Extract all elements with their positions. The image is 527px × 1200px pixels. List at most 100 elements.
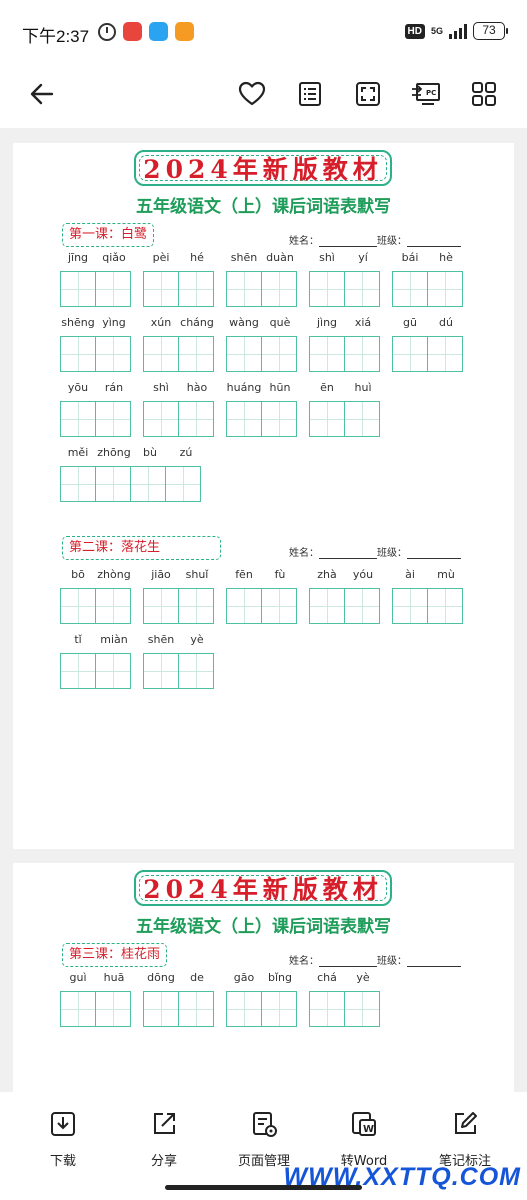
name-class-line: 姓名： 班级： <box>289 232 461 247</box>
writing-cell <box>95 991 131 1027</box>
pinyin-label: yōu <box>67 381 89 394</box>
pinyin-label: bō <box>71 568 85 581</box>
banner-text: 2024年新版教材 <box>143 875 383 904</box>
pinyin-label: zhōng <box>97 446 131 459</box>
word-box: xún cháng <box>143 316 215 372</box>
lesson-title: 第三课：桂花雨 <box>62 943 168 967</box>
pinyin-label: bái <box>401 251 419 264</box>
hd-badge: HD <box>404 23 425 39</box>
pinyin-label: shì <box>153 381 169 394</box>
app-notification-icon <box>123 22 142 41</box>
word-box: yōu rán <box>60 381 132 437</box>
writing-cell <box>309 271 345 307</box>
writing-cell <box>261 991 297 1027</box>
fullscreen-button[interactable] <box>348 74 388 114</box>
edition-banner: 2024年新版教材 <box>134 870 392 906</box>
word-box: gāo bǐng <box>226 971 298 1027</box>
writing-cell <box>344 271 380 307</box>
note-annotate-button[interactable]: 笔记标注 <box>434 1110 496 1169</box>
pinyin-label: yìng <box>102 316 126 329</box>
pinyin-label: rán <box>104 381 124 394</box>
pinyin-label: hūn <box>269 381 291 394</box>
word-box: dōng de <box>143 971 215 1027</box>
status-system-icons: HD 5G 73 <box>404 22 508 40</box>
word-box: měi zhōng bù zú <box>60 446 204 502</box>
fullscreen-icon <box>356 82 380 106</box>
heart-icon <box>238 81 266 106</box>
writing-cell <box>261 271 297 307</box>
word-box: pèi hé <box>143 251 215 307</box>
pinyin-label: gū <box>403 316 417 329</box>
pinyin-label: zhà <box>317 568 337 581</box>
more-apps-button[interactable] <box>464 74 504 114</box>
download-button[interactable]: 下载 <box>38 1110 88 1169</box>
edition-banner: 2024年新版教材 <box>134 150 392 186</box>
status-time: 下午2:37 <box>22 27 90 46</box>
writing-cell <box>95 588 131 624</box>
writing-cell <box>392 336 428 372</box>
pinyin-label: ēn <box>320 381 334 394</box>
catalog-button[interactable] <box>290 74 330 114</box>
page-manage-button[interactable]: 页面管理 <box>230 1110 298 1169</box>
page-manage-icon <box>253 1112 277 1137</box>
svg-text:PC: PC <box>426 89 436 97</box>
writing-cell <box>261 588 297 624</box>
pinyin-label: zú <box>179 446 193 459</box>
word-box: ēn huì <box>309 381 381 437</box>
favorite-button[interactable] <box>232 74 272 114</box>
writing-cell <box>60 336 96 372</box>
writing-cell <box>226 401 262 437</box>
writing-cell <box>309 588 345 624</box>
share-icon <box>154 1113 175 1134</box>
pinyin-label: hè <box>439 251 453 264</box>
pinyin-label: gāo <box>233 971 255 984</box>
writing-cell <box>344 336 380 372</box>
pinyin-label: huáng <box>226 381 262 394</box>
share-button[interactable]: 分享 <box>139 1110 189 1169</box>
back-button[interactable] <box>22 74 62 114</box>
pinyin-label: wàng <box>229 316 259 329</box>
word-box: chá yè <box>309 971 381 1027</box>
pinyin-label: què <box>269 316 291 329</box>
pc-mode-button[interactable]: PC <box>406 74 446 114</box>
pinyin-label: miàn <box>100 633 128 646</box>
document-page: 2024年新版教材 五年级语文（上）课后词语表默写 第三课：桂花雨 姓名： 班级：… <box>13 863 514 1093</box>
convert-word-button[interactable]: W 转Word <box>336 1110 392 1169</box>
signal-icon <box>449 23 467 39</box>
pinyin-label: pèi <box>152 251 170 264</box>
note-edit-icon <box>455 1112 477 1134</box>
word-box: shì hào <box>143 381 215 437</box>
writing-cell <box>178 588 214 624</box>
writing-cell <box>178 401 214 437</box>
word-box: tǐ miàn <box>60 633 132 689</box>
writing-cell <box>60 991 96 1027</box>
pinyin-label: yóu <box>352 568 374 581</box>
writing-cell <box>95 653 131 689</box>
word-box: jīng qiǎo <box>60 251 132 307</box>
writing-cell <box>143 991 179 1027</box>
name-class-line: 姓名： 班级： <box>289 952 461 967</box>
writing-cell <box>178 653 214 689</box>
app-notification-icon <box>175 22 194 41</box>
writing-cell <box>143 336 179 372</box>
writing-cell <box>60 466 96 502</box>
writing-cell <box>427 588 463 624</box>
writing-cell <box>344 588 380 624</box>
pinyin-label: xiá <box>354 316 372 329</box>
writing-cell <box>178 271 214 307</box>
pinyin-label: cháng <box>180 316 214 329</box>
word-box: fēn fù <box>226 568 298 624</box>
writing-cell <box>130 466 166 502</box>
top-toolbar: PC <box>0 66 527 128</box>
pinyin-label: huì <box>354 381 372 394</box>
alarm-icon <box>98 22 116 41</box>
writing-cell <box>392 588 428 624</box>
pinyin-label: měi <box>67 446 89 459</box>
document-page: 2024年新版教材 五年级语文（上）课后词语表默写 第一课：白鹭 姓名： 班级： … <box>13 143 514 849</box>
writing-cell <box>178 336 214 372</box>
network-label: 5G <box>430 25 443 36</box>
pinyin-label: zhòng <box>97 568 131 581</box>
writing-cell <box>143 401 179 437</box>
grid-icon <box>472 82 496 106</box>
pinyin-label: fù <box>274 568 286 581</box>
